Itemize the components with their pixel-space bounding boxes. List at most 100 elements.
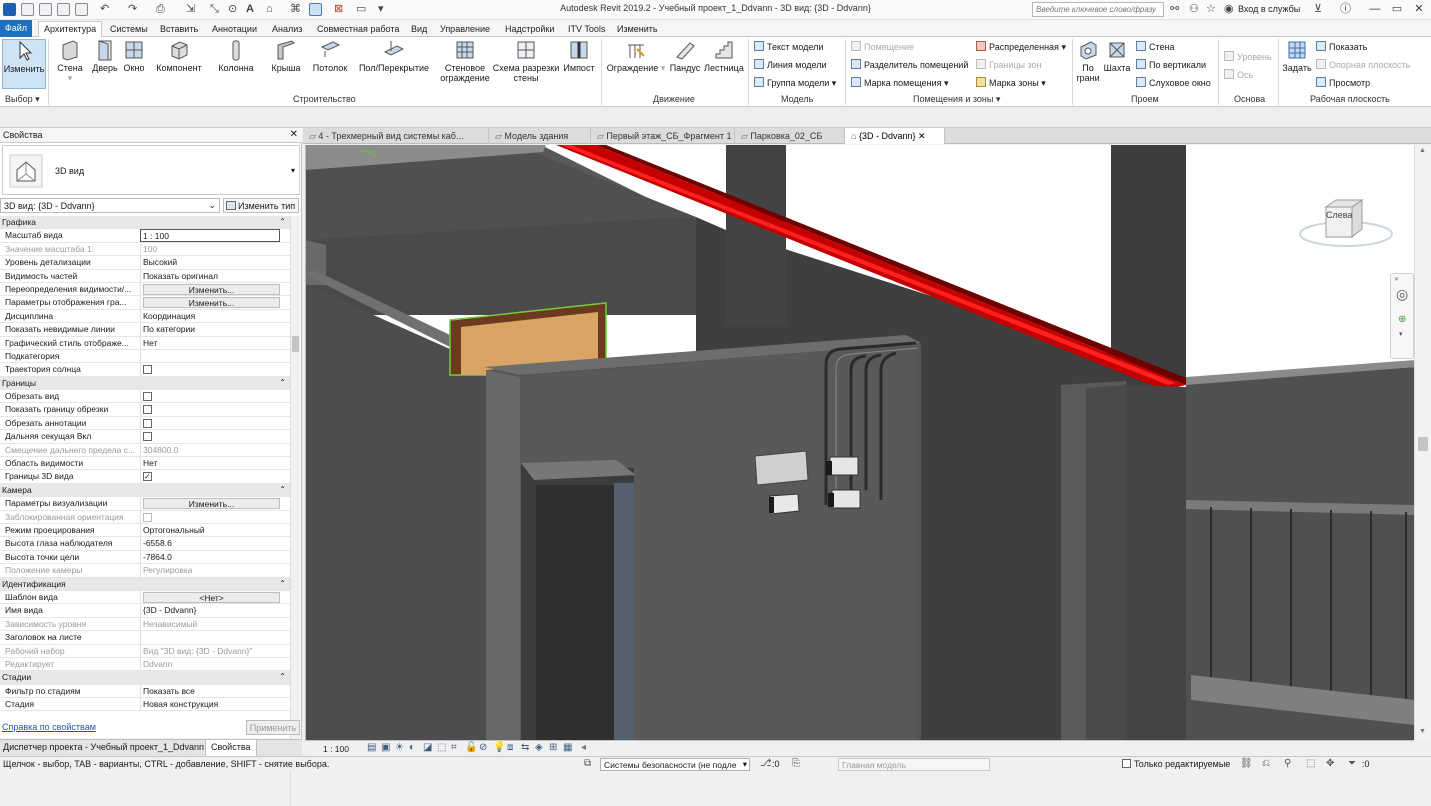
ramp-button[interactable]: Пандус: [668, 39, 702, 73]
property-category[interactable]: Графика ⌃: [0, 216, 290, 230]
tab-addins[interactable]: Надстройки: [505, 22, 554, 37]
3d-model-scene[interactable]: [306, 145, 1414, 740]
component-button[interactable]: Компонент: [152, 39, 206, 73]
model-text-button[interactable]: Текст модели: [754, 41, 823, 52]
collapse-icon[interactable]: ⌃: [279, 671, 286, 683]
property-value[interactable]: [140, 403, 280, 416]
shaft-button[interactable]: Шахта: [1102, 39, 1132, 73]
3d-viewport[interactable]: Слева ✕ ◎ ⊕ ▾: [305, 145, 1414, 740]
model-group-button[interactable]: Группа модели ▾: [754, 77, 836, 89]
window-button[interactable]: Окно: [120, 39, 148, 73]
tab-analyze[interactable]: Анализ: [272, 22, 302, 37]
crop-view-icon[interactable]: ⬚: [437, 742, 446, 753]
set-workplane-button[interactable]: Задать: [1282, 39, 1312, 73]
editable-only-checkbox[interactable]: Только редактируемые: [1122, 759, 1230, 769]
floor-button[interactable]: Пол/Перекрытие: [356, 39, 432, 73]
property-category[interactable]: Границы ⌃: [0, 376, 290, 391]
properties-help-link[interactable]: Справка по свойствам: [2, 722, 96, 732]
property-value[interactable]: ✓: [140, 470, 280, 483]
edit-button[interactable]: <Нет>: [143, 591, 280, 603]
ceiling-button[interactable]: Потолок: [308, 39, 352, 73]
scroll-thumb[interactable]: [1418, 437, 1428, 451]
collapse-icon[interactable]: ⌃: [279, 216, 286, 228]
tab-annotate[interactable]: Аннотации: [212, 22, 257, 37]
model-line-button[interactable]: Линия модели: [754, 59, 827, 70]
visual-style-icon[interactable]: ▣: [381, 742, 390, 753]
property-value[interactable]: <Нет>: [140, 590, 280, 604]
highlight-displacement-icon[interactable]: ⇆: [521, 742, 529, 753]
property-value[interactable]: [140, 416, 280, 430]
select-group-label[interactable]: Выбор ▾: [5, 94, 40, 105]
grid-button[interactable]: Ось: [1224, 69, 1253, 80]
cart-icon[interactable]: ⊻: [1314, 3, 1322, 15]
property-value[interactable]: {3D - Ddvann}: [140, 604, 280, 617]
view-control-icon[interactable]: ▦: [563, 742, 572, 753]
dimension-icon[interactable]: ⤡: [210, 3, 219, 15]
property-value[interactable]: [140, 363, 280, 376]
undo-icon[interactable]: ↶: [100, 3, 109, 15]
property-value[interactable]: Ортогональный: [140, 523, 280, 537]
tab-insert[interactable]: Вставить: [160, 22, 198, 37]
property-value[interactable]: Координация: [140, 309, 280, 323]
door-button[interactable]: Дверь: [90, 39, 120, 73]
customize-toolbar-icon[interactable]: ▾: [378, 3, 384, 15]
steering-wheel-icon[interactable]: ◎: [1396, 286, 1408, 303]
close-icon[interactable]: ✕: [915, 131, 926, 141]
close-hidden-icon[interactable]: ⊠: [334, 3, 343, 15]
viewer-button[interactable]: Просмотр: [1316, 77, 1370, 88]
close-button[interactable]: ✕: [1408, 2, 1430, 17]
checkbox[interactable]: [143, 512, 152, 522]
by-face-button[interactable]: По грани: [1074, 39, 1102, 83]
user-icon[interactable]: ◉: [1224, 3, 1234, 15]
ref-plane-button[interactable]: Опорная плоскость: [1316, 59, 1410, 70]
property-value[interactable]: По категории: [140, 323, 280, 336]
property-value[interactable]: Новая конструкция: [140, 698, 280, 711]
crop-region-icon[interactable]: ⌗: [451, 742, 457, 753]
select-pinned-icon[interactable]: ⚲: [1284, 758, 1291, 769]
curtain-system-button[interactable]: Стеновое ограждение: [438, 39, 492, 83]
type-selector[interactable]: 3D вид ▾: [2, 145, 300, 195]
scroll-thumb[interactable]: [292, 336, 299, 352]
sun-path-icon[interactable]: ☀: [395, 742, 404, 753]
property-value[interactable]: [140, 390, 280, 403]
checkbox[interactable]: [1122, 759, 1131, 768]
property-value[interactable]: Показать оригинал: [140, 269, 280, 282]
property-category[interactable]: Стадии ⌃: [0, 671, 290, 685]
rooms-group-label[interactable]: Помещения и зоны ▾: [913, 94, 1000, 105]
view-instance-selector[interactable]: 3D вид: {3D - Ddvann} ⌄: [0, 198, 220, 213]
subscription-icon[interactable]: ⚇: [1189, 3, 1199, 15]
zoom-region-icon[interactable]: ⊕: [1398, 314, 1406, 325]
edit-type-button[interactable]: Изменить тип: [223, 198, 299, 213]
property-value[interactable]: Изменить...: [140, 497, 280, 510]
property-value[interactable]: Показать все: [140, 684, 280, 698]
maximize-button[interactable]: ▭: [1386, 2, 1408, 17]
tab-properties[interactable]: Свойства: [205, 740, 257, 757]
checkbox[interactable]: ✓: [143, 472, 152, 482]
text-icon[interactable]: A: [246, 3, 254, 15]
sync-icon[interactable]: [57, 3, 70, 16]
minimize-button[interactable]: —: [1364, 2, 1386, 17]
sign-in-link[interactable]: Вход в службы: [1238, 4, 1300, 14]
open-icon[interactable]: [21, 3, 34, 16]
show-workplane-button[interactable]: Показать: [1316, 41, 1367, 52]
document-tab[interactable]: ▱ Парковка_02_СБ: [735, 128, 845, 144]
property-value[interactable]: -6558.6: [140, 537, 280, 550]
property-value[interactable]: Изменить...: [140, 282, 280, 296]
search-input[interactable]: Введите ключевое слово/фразу: [1032, 2, 1164, 17]
property-value[interactable]: -7864.0: [140, 550, 280, 564]
tab-manage[interactable]: Управление: [440, 22, 490, 37]
tab-view[interactable]: Вид: [411, 22, 427, 37]
mullion-button[interactable]: Импост: [560, 39, 598, 73]
filter-icon[interactable]: ⏷: [1348, 758, 1356, 769]
document-tab[interactable]: ▱ Первый этаж_СБ_Фрагмент 1: [591, 128, 735, 144]
worksharing-display-icon[interactable]: ⧈: [507, 742, 513, 753]
area-button[interactable]: Распределенная ▾: [976, 41, 1066, 53]
temporary-hide-icon[interactable]: ⊘: [479, 742, 487, 753]
unlocked-3d-icon[interactable]: 🔓: [465, 742, 477, 753]
tab-architecture[interactable]: Архитектура: [38, 21, 103, 38]
column-button[interactable]: Колонна: [214, 39, 258, 73]
constraints-icon[interactable]: ⊞: [549, 742, 557, 753]
viewcube[interactable]: Слева: [1296, 185, 1396, 255]
chevron-down-icon[interactable]: ▾: [291, 166, 295, 175]
drag-on-selection-icon[interactable]: ✥: [1326, 758, 1334, 769]
